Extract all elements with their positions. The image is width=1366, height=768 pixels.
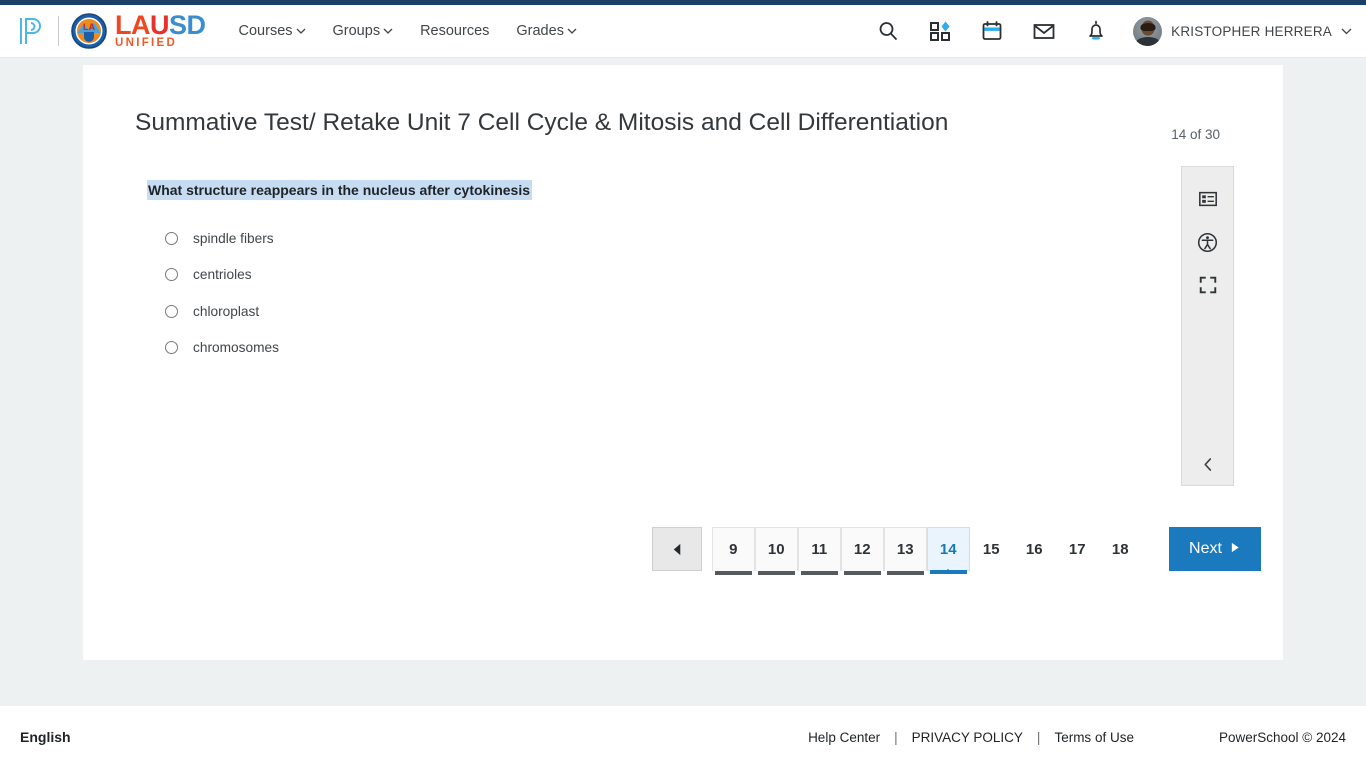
nav-item-courses[interactable]: Courses: [239, 23, 306, 39]
radio-button-3[interactable]: [165, 304, 178, 318]
powerschool-p-logo: [18, 16, 44, 46]
radio-button-2[interactable]: [165, 268, 178, 282]
lausd-word-la: LA: [115, 10, 151, 41]
option-row-4[interactable]: chromosomes: [165, 330, 279, 367]
page-number-15[interactable]: 15: [970, 527, 1013, 571]
page-footer: English Help Center | PRIVACY POLICY | T…: [0, 706, 1366, 768]
page-number-label: 15: [982, 540, 1000, 558]
answer-options: spindle fibers centrioles chloroplast ch…: [165, 220, 279, 366]
option-label-2: centrioles: [193, 267, 252, 283]
language-selector[interactable]: English: [20, 729, 71, 745]
chevron-down-icon: [567, 23, 577, 39]
quiz-card: Summative Test/ Retake Unit 7 Cell Cycle…: [83, 65, 1283, 660]
page-number-12[interactable]: 12: [841, 527, 884, 575]
option-label-1: spindle fibers: [193, 230, 274, 246]
lausd-wordmark: LAUSD UNIFIED: [115, 12, 206, 50]
main-nav: Courses Groups Resources Grades: [239, 23, 577, 39]
radio-button-4[interactable]: [165, 341, 178, 355]
page-number-18[interactable]: 18: [1099, 527, 1142, 571]
nav-label-courses: Courses: [238, 23, 293, 39]
nav-item-groups[interactable]: Groups: [333, 23, 394, 39]
page-number-label: 10: [767, 541, 785, 558]
tool-rail: [1181, 166, 1234, 486]
arrow-right-icon: [1230, 540, 1241, 558]
option-label-3: chloroplast: [193, 303, 260, 319]
user-menu[interactable]: KRISTOPHER HERRERA: [1133, 16, 1352, 46]
lausd-word-u: U: [150, 10, 170, 41]
radio-button-1[interactable]: [165, 231, 178, 245]
footer-separator: |: [1036, 729, 1041, 745]
footer-separator: |: [894, 729, 898, 745]
search-icon[interactable]: [877, 20, 899, 42]
page-number-17[interactable]: 17: [1056, 527, 1099, 571]
nav-label-groups: Groups: [332, 23, 381, 39]
footer-links: Help Center | PRIVACY POLICY | Terms of …: [808, 730, 1134, 745]
lausd-seal: LA: [71, 13, 107, 49]
page-number-label: 14: [939, 540, 957, 558]
app-header: LA LAUSD UNIFIED Courses Groups Resource…: [0, 5, 1366, 58]
pagination: 9 10 11 12 13 14 15 16 17 18 Next: [652, 527, 1261, 575]
svg-text:LA: LA: [83, 22, 95, 32]
calendar-icon[interactable]: [981, 20, 1003, 42]
brand-block[interactable]: LA LAUSD UNIFIED: [18, 12, 206, 50]
page-number-11[interactable]: 11: [798, 527, 841, 575]
option-row-2[interactable]: centrioles: [165, 257, 279, 294]
footer-link-help-center[interactable]: Help Center: [808, 730, 880, 745]
page-number-label: 9: [729, 541, 738, 558]
page-number-label: 12: [853, 541, 871, 558]
page-number-label: 17: [1068, 540, 1086, 558]
question-text: What structure reappears in the nucleus …: [147, 180, 533, 200]
footer-link-privacy-policy[interactable]: PRIVACY POLICY: [912, 730, 1023, 745]
fullscreen-icon[interactable]: [1193, 270, 1223, 300]
user-name-label: KRISTOPHER HERRERA: [1171, 23, 1332, 39]
chevron-down-icon: [383, 23, 393, 39]
page-root: LA LAUSD UNIFIED Courses Groups Resource…: [0, 0, 1366, 768]
page-number-label: 18: [1111, 540, 1129, 558]
page-number-9[interactable]: 9: [712, 527, 755, 575]
page-number-label: 11: [811, 541, 828, 558]
footer-link-terms-of-use[interactable]: Terms of Use: [1054, 730, 1134, 745]
header-icon-group: [877, 20, 1107, 42]
previous-page-button[interactable]: [652, 527, 702, 571]
page-number-16[interactable]: 16: [1013, 527, 1056, 571]
collapse-rail-icon[interactable]: [1182, 451, 1235, 477]
page-number-10[interactable]: 10: [755, 527, 798, 575]
page-number-14[interactable]: 14: [927, 527, 970, 574]
nav-label-resources: Resources: [420, 23, 490, 39]
copyright-text: PowerSchool © 2024: [1218, 729, 1346, 745]
nav-label-grades: Grades: [516, 23, 564, 39]
mail-icon[interactable]: [1033, 20, 1055, 42]
page-number-list: 9 10 11 12 13 14 15 16 17 18: [712, 527, 1142, 575]
option-row-1[interactable]: spindle fibers: [165, 220, 279, 257]
page-number-13[interactable]: 13: [884, 527, 927, 575]
nav-item-resources[interactable]: Resources: [420, 23, 489, 39]
apps-grid-icon[interactable]: [929, 20, 951, 42]
notifications-bell-icon[interactable]: [1085, 20, 1107, 42]
nav-item-grades[interactable]: Grades: [516, 23, 577, 39]
question-progress: 14 of 30: [1171, 127, 1220, 142]
chevron-down-icon: [1341, 22, 1352, 40]
option-label-4: chromosomes: [193, 340, 279, 356]
page-number-label: 16: [1025, 540, 1043, 558]
page-title: Summative Test/ Retake Unit 7 Cell Cycle…: [135, 109, 949, 136]
next-button-label: Next: [1189, 540, 1222, 557]
chevron-down-icon: [296, 23, 306, 39]
avatar: [1133, 16, 1163, 46]
brand-divider: [58, 16, 59, 46]
option-row-3[interactable]: chloroplast: [165, 293, 279, 330]
accessibility-icon[interactable]: [1193, 227, 1223, 257]
page-number-label: 13: [896, 541, 914, 558]
lausd-word-sd: SD: [169, 10, 206, 41]
question-list-icon[interactable]: [1193, 184, 1223, 214]
next-button[interactable]: Next: [1169, 527, 1261, 571]
